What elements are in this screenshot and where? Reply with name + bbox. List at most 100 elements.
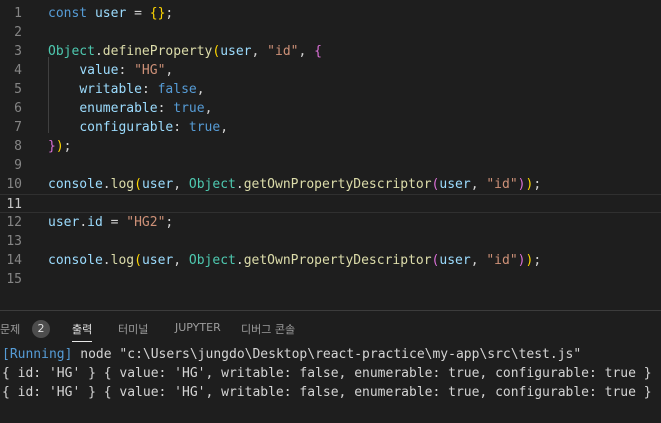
code-token: { <box>314 44 322 59</box>
tab-debug-console-label: 디버그 콘솔 <box>241 323 296 336</box>
code-text: value: "HG", <box>48 61 173 80</box>
code-text: writable: false, <box>48 80 205 99</box>
code-token: , <box>220 120 229 135</box>
code-token: "HG2" <box>126 215 166 230</box>
code-token: : <box>118 63 135 78</box>
code-token: } <box>48 139 56 154</box>
code-line[interactable]: 10 console.log(user, Object.getOwnPropert… <box>0 175 661 194</box>
code-token: = <box>102 215 127 230</box>
code-token: , <box>298 44 315 59</box>
code-editor[interactable]: 1 const user = {}; 2 3 Object.defineProperty… <box>0 0 661 310</box>
line-number: 12 <box>6 215 22 230</box>
line-number: 10 <box>6 177 22 192</box>
code-text: const user = {}; <box>48 4 173 23</box>
code-text: configurable: true, <box>48 118 228 137</box>
code-line[interactable]: 14 console.log(user, Object.getOwnPropert… <box>0 251 661 270</box>
code-token: user <box>220 44 252 59</box>
line-number: 3 <box>14 44 22 59</box>
code-token: enumerable <box>79 101 158 116</box>
code-token: , <box>470 177 487 192</box>
code-token: user <box>141 177 174 192</box>
output-running-line: [Running] node "c:\Users\jungdo\Desktop\… <box>2 345 581 364</box>
code-line[interactable]: 3 Object.defineProperty(user, "id", { <box>0 42 661 61</box>
line-number: 6 <box>14 101 22 116</box>
code-line[interactable]: 4 value: "HG", <box>0 61 661 80</box>
code-line[interactable]: 8}); <box>0 137 661 156</box>
code-line[interactable]: 12 user.id = "HG2"; <box>0 213 661 232</box>
running-tag: [Running] <box>2 347 73 362</box>
tab-jupyter-label: JUPYTER <box>175 321 221 334</box>
code-line[interactable]: 7 configurable: true, <box>0 118 661 137</box>
code-token: ( <box>134 177 142 192</box>
code-line[interactable]: 1 const user = {}; <box>0 4 661 23</box>
code-line[interactable]: 9 <box>0 156 661 175</box>
code-token: writable <box>79 82 142 97</box>
code-token: ( <box>134 253 142 268</box>
code-token: . <box>235 177 244 192</box>
code-token: ) <box>55 139 64 154</box>
code-token: user <box>439 177 471 192</box>
code-token: ; <box>165 6 174 21</box>
line-number: 9 <box>14 158 22 173</box>
code-token: . <box>102 253 111 268</box>
code-token: Object <box>188 177 236 192</box>
active-tab-indicator <box>72 341 93 342</box>
code-token: getOwnPropertyDescriptor <box>243 253 432 268</box>
code-text: console.log(user, Object.getOwnPropertyD… <box>48 175 541 194</box>
code-token: ; <box>533 177 542 192</box>
code-token: : <box>173 120 189 135</box>
code-token: user <box>141 253 174 268</box>
code-token: . <box>235 253 244 268</box>
line-number: 2 <box>14 25 22 40</box>
code-token: getOwnPropertyDescriptor <box>243 177 432 192</box>
line-number: 8 <box>14 139 22 154</box>
output-result-line-1: { id: 'HG' } { value: 'HG', writable: fa… <box>2 366 652 381</box>
code-line[interactable]: 5 writable: false, <box>0 80 661 99</box>
code-line[interactable]: 13 <box>0 232 661 251</box>
code-token: defineProperty <box>102 44 213 59</box>
code-token: false <box>157 82 197 97</box>
code-text: Object.defineProperty(user, "id", { <box>48 42 322 61</box>
code-token: ; <box>533 253 542 268</box>
code-token: , <box>165 63 174 78</box>
code-token: console <box>48 253 103 268</box>
code-token: , <box>196 82 205 97</box>
code-token: : <box>141 82 158 97</box>
tab-output[interactable]: 출력 <box>72 321 93 342</box>
tab-debug-console[interactable]: 디버그 콘솔 <box>241 321 295 337</box>
code-text: enumerable: true, <box>48 99 212 118</box>
line-number: 5 <box>14 82 22 97</box>
line-number: 7 <box>14 120 22 135</box>
code-text: user.id = "HG2"; <box>48 213 173 232</box>
line-number: 1 <box>14 6 22 21</box>
tab-terminal[interactable]: 터미널 <box>118 321 148 337</box>
code-token: log <box>110 253 135 268</box>
code-token: . <box>94 44 103 59</box>
code-token: "HG" <box>134 63 166 78</box>
code-token: console <box>48 177 103 192</box>
code-token: true <box>188 120 221 135</box>
tab-output-label: 출력 <box>72 323 93 336</box>
code-line[interactable]: 15 <box>0 270 661 289</box>
code-token: "id" <box>486 253 518 268</box>
problems-count-badge: 2 <box>32 320 50 338</box>
tab-problems[interactable]: 문제 <box>0 321 20 337</box>
code-token: configurable <box>79 120 174 135</box>
code-token: . <box>79 215 88 230</box>
code-text: }); <box>48 137 71 156</box>
code-token: {} <box>149 6 166 21</box>
code-line[interactable]: 6 enumerable: true, <box>0 99 661 118</box>
code-token: , <box>173 253 189 268</box>
code-token: user <box>439 253 471 268</box>
code-token: const <box>48 6 95 21</box>
tab-jupyter[interactable]: JUPYTER <box>175 321 221 334</box>
tab-terminal-label: 터미널 <box>118 323 149 336</box>
code-line[interactable]: 2 <box>0 23 661 42</box>
code-token: : <box>157 101 174 116</box>
code-token: , <box>251 44 268 59</box>
running-command: node "c:\Users\jungdo\Desktop\react-prac… <box>72 347 582 362</box>
code-line[interactable]: 11 <box>0 194 661 213</box>
